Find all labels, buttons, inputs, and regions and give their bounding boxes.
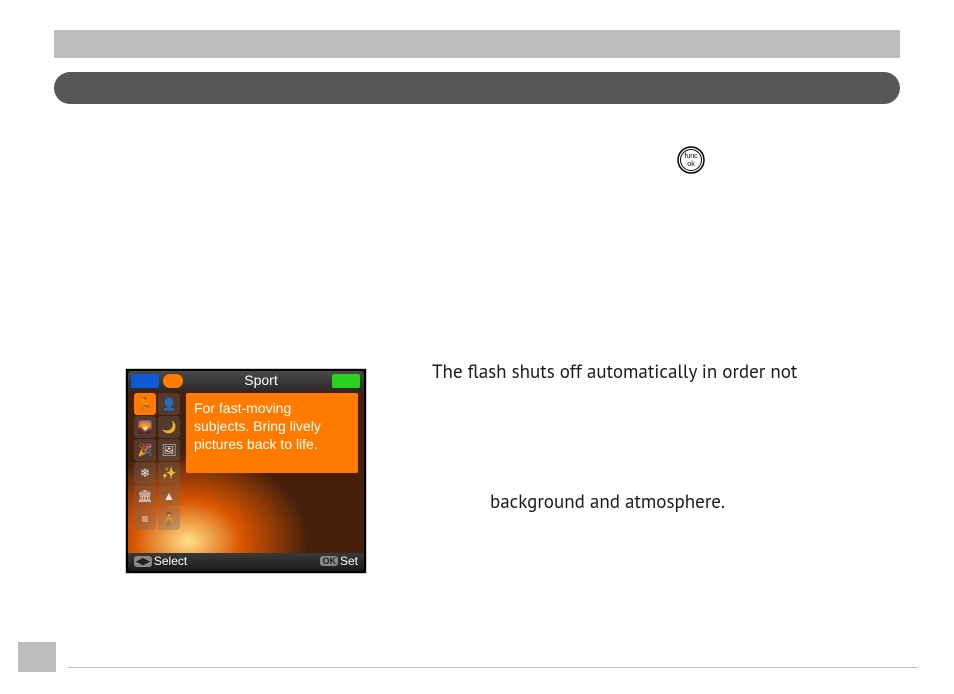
scene-icon-sport[interactable]: 🏃 (134, 393, 156, 415)
ok-label: ok (687, 161, 695, 168)
page-footer (18, 642, 918, 672)
scene-icon-landscape[interactable]: 🌄 (134, 416, 156, 438)
camera-top-bar: Sport (128, 371, 364, 391)
hint-set-label: Set (340, 554, 358, 568)
camera-preview-area: 🏃👤 🌄🌙 🎉🖼 ❄✨ 🏛▲ ≡🧍 For fast-moving subjec… (128, 391, 364, 553)
hint-select: ◀▶Select (134, 554, 187, 568)
section-header-pill (54, 72, 900, 104)
scene-icon-museum[interactable]: 🏛 (134, 485, 156, 507)
manual-page: func ok The flash shuts off automaticall… (0, 0, 954, 694)
hint-set: OKSet (320, 554, 358, 568)
page-number-tab (18, 642, 56, 672)
func-ok-button-icon: func ok (676, 145, 706, 175)
scene-mode-badge-icon (163, 374, 183, 388)
func-label: func (684, 153, 698, 160)
battery-icon (332, 374, 360, 388)
scene-icon-person[interactable]: 🧍 (158, 508, 180, 530)
scene-mode-label: Sport (196, 372, 326, 388)
scene-icon-night-portrait[interactable]: 🌙 (158, 416, 180, 438)
scene-icon-fireworks[interactable]: ✨ (158, 462, 180, 484)
scene-icon-portrait[interactable]: 👤 (158, 393, 180, 415)
camera-bottom-bar: ◀▶Select OKSet (128, 553, 364, 571)
image-size-badge-icon (131, 374, 159, 388)
scene-icon-text[interactable]: ≡ (134, 508, 156, 530)
scene-icon-mountain[interactable]: ▲ (158, 485, 180, 507)
footer-rule (68, 667, 918, 668)
hint-select-label: Select (154, 554, 187, 568)
paragraph-line-1: The flash shuts off automatically in ord… (432, 358, 900, 386)
header-bar (54, 30, 900, 58)
scene-mode-grid[interactable]: 🏃👤 🌄🌙 🎉🖼 ❄✨ 🏛▲ ≡🧍 (134, 393, 182, 530)
scene-mode-description: For fast-moving subjects. Bring lively p… (186, 393, 358, 473)
camera-screen: Sport 🏃👤 🌄🌙 🎉🖼 ❄✨ 🏛▲ ≡🧍 For fast-moving … (125, 368, 367, 574)
nav-key-icon: ◀▶ (134, 556, 152, 567)
scene-icon-scene[interactable]: 🖼 (158, 439, 180, 461)
scene-icon-party[interactable]: 🎉 (134, 439, 156, 461)
ok-key-icon: OK (320, 556, 338, 566)
paragraph-line-2: background and atmosphere. (490, 488, 725, 516)
scene-icon-snow[interactable]: ❄ (134, 462, 156, 484)
